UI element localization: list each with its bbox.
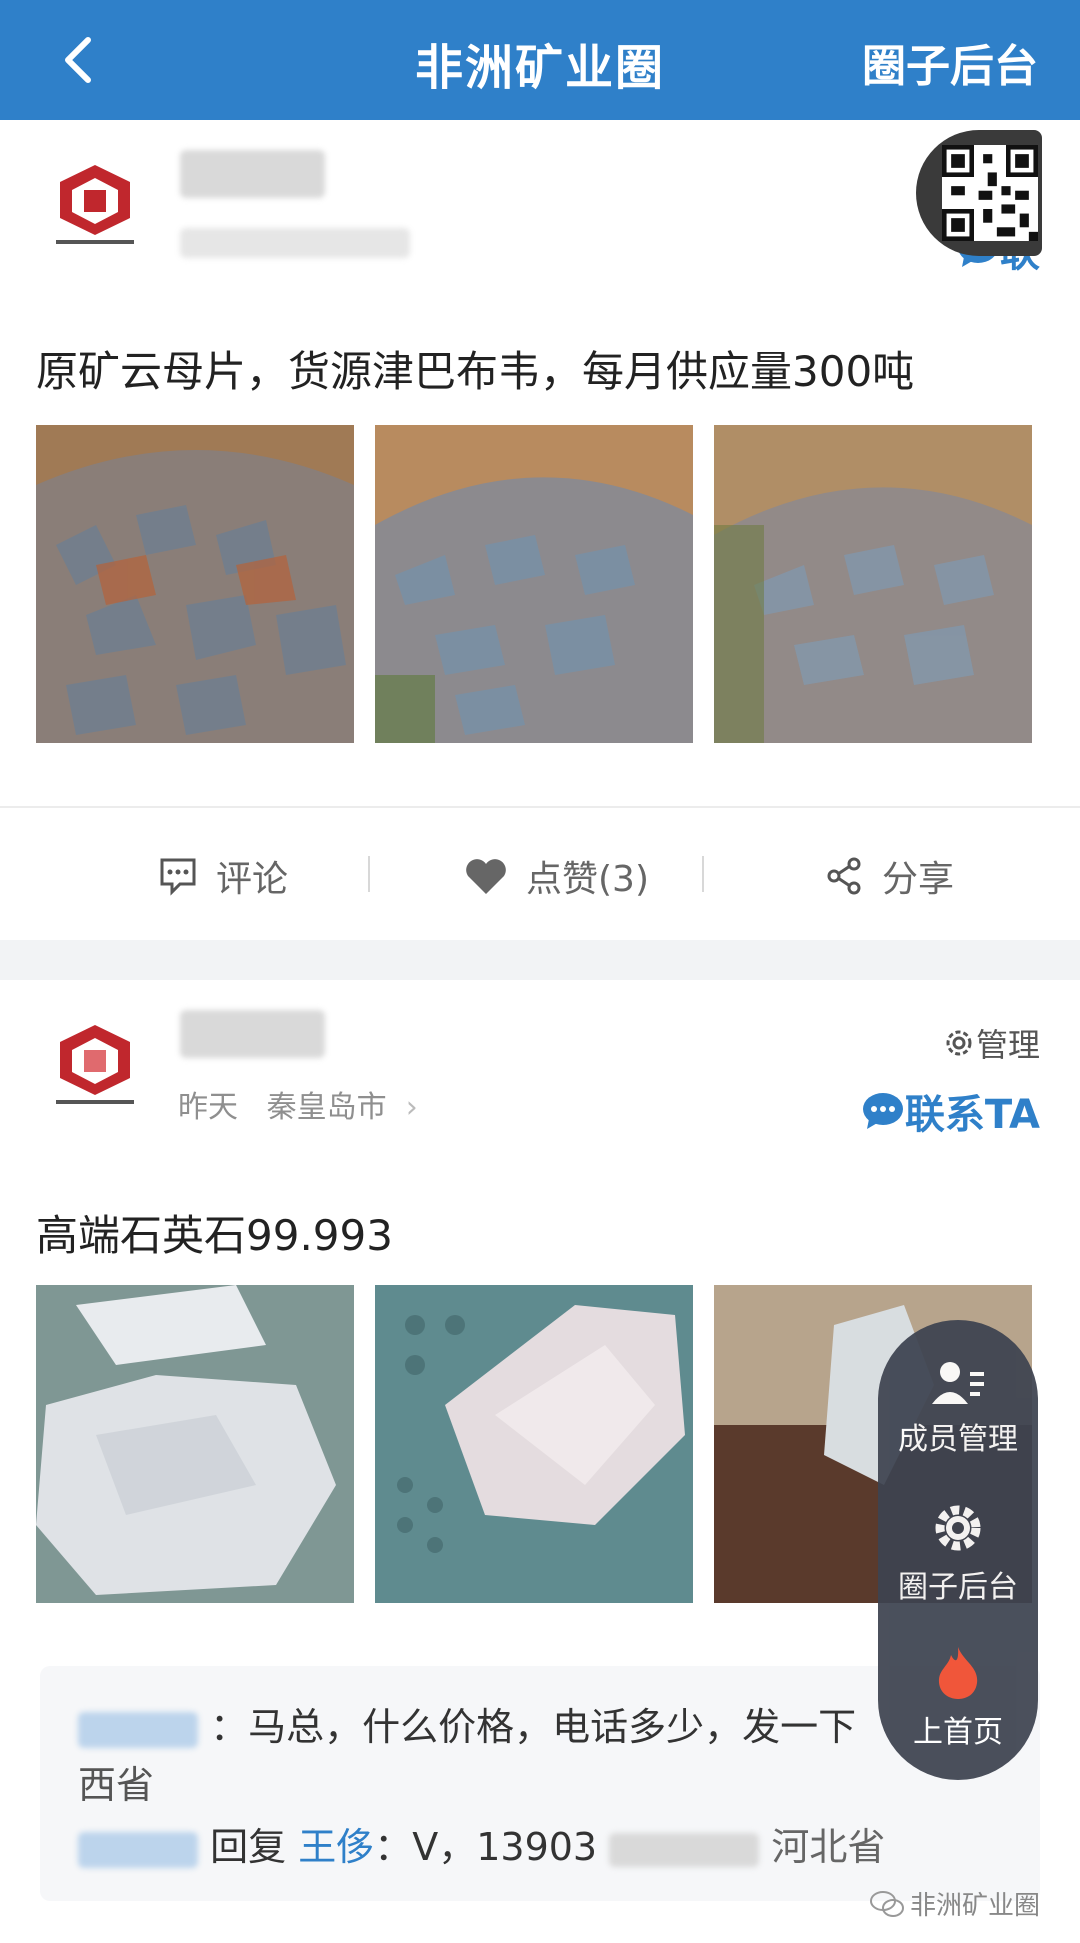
divider bbox=[368, 856, 370, 892]
commenter-blurred bbox=[78, 1711, 198, 1748]
chevron-right-icon: › bbox=[405, 1090, 418, 1125]
post-image[interactable] bbox=[375, 425, 693, 743]
comment-item-continuation: 西省 bbox=[78, 1763, 155, 1807]
post-card: 联 原矿云母片，货源津巴布韦，每月供应量300吨 bbox=[0, 120, 1080, 940]
promote-to-home-button[interactable]: 上首页 bbox=[878, 1645, 1038, 1751]
manage-button[interactable]: 管理 bbox=[942, 1020, 1040, 1066]
wechat-icon bbox=[869, 1890, 904, 1917]
member-management-button[interactable]: 成员管理 bbox=[878, 1358, 1038, 1458]
post-image[interactable] bbox=[375, 1285, 693, 1603]
qr-code-button[interactable] bbox=[916, 130, 1042, 256]
username-blurred bbox=[180, 150, 325, 198]
floating-action-menu: 成员管理 圈子后台 上首页 bbox=[878, 1320, 1038, 1780]
contact-button[interactable]: 联系TA bbox=[861, 1082, 1040, 1140]
circle-admin-link[interactable]: 圈子后台 bbox=[862, 30, 1038, 94]
gear-icon bbox=[946, 1030, 972, 1056]
post-image[interactable] bbox=[36, 1285, 354, 1603]
company-logo bbox=[56, 165, 134, 244]
post-text: 高端石英石99.993 bbox=[36, 1211, 393, 1260]
commenter-blurred bbox=[78, 1831, 198, 1868]
post-meta[interactable]: 昨天 秦皇岛市 › bbox=[178, 1082, 418, 1126]
flame-icon bbox=[938, 1647, 978, 1699]
chat-bubble-icon bbox=[862, 1093, 903, 1129]
meta-blurred bbox=[180, 228, 410, 258]
watermark: 非洲矿业圈 bbox=[869, 1885, 1040, 1922]
share-button[interactable]: 分享 bbox=[824, 850, 954, 902]
like-button[interactable]: 点赞(3) bbox=[464, 850, 649, 902]
top-app-bar: 非洲矿业圈 圈子后台 bbox=[0, 0, 1080, 120]
post-text: 原矿云母片，货源津巴布韦，每月供应量300吨 bbox=[36, 347, 915, 396]
gear-icon bbox=[935, 1505, 981, 1551]
share-icon bbox=[827, 857, 861, 895]
username-blurred bbox=[180, 1010, 325, 1058]
post-image[interactable] bbox=[714, 425, 1032, 743]
circle-backend-button[interactable]: 圈子后台 bbox=[878, 1500, 1038, 1606]
comment-button[interactable]: 评论 bbox=[158, 850, 288, 902]
divider bbox=[702, 856, 704, 892]
phone-blurred bbox=[609, 1832, 760, 1867]
company-logo bbox=[56, 1025, 134, 1104]
user-list-icon bbox=[932, 1362, 984, 1404]
comment-reply[interactable]: 回复 王侈：V，13903 河北省 bbox=[78, 1816, 885, 1871]
post-image[interactable] bbox=[36, 425, 354, 743]
heart-icon bbox=[466, 859, 506, 894]
comment-icon bbox=[160, 858, 196, 896]
comment-item[interactable]: ：马总，什么价格，电话多少，发一下 bbox=[78, 1696, 856, 1751]
qr-code-icon bbox=[942, 145, 1038, 241]
divider bbox=[0, 806, 1080, 808]
